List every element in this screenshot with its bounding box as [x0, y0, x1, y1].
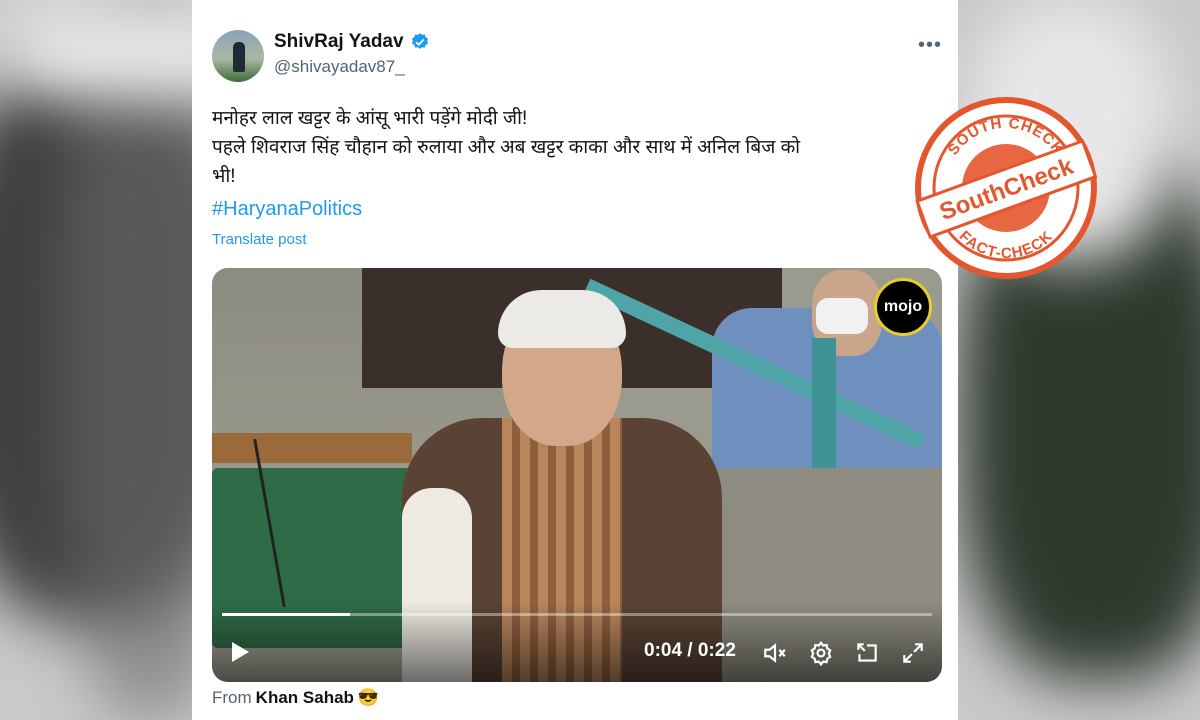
post-text: मनोहर लाल खट्टर के आंसू भारी पड़ेंगे मोद…	[212, 104, 942, 191]
attribution-emoji: 😎	[357, 688, 380, 707]
post-card: ShivRaj Yadav @shivayadav87_ ••• मनोहर ल…	[192, 0, 958, 720]
video-attribution: From Khan Sahab 😎	[212, 688, 379, 708]
hashtag-link[interactable]: #HaryanaPolitics	[212, 198, 362, 221]
video-progress-bar[interactable]	[222, 613, 932, 616]
video-player[interactable]: mojo 0:04 / 0:22	[212, 268, 942, 682]
play-icon[interactable]	[232, 642, 249, 662]
video-progress-fill	[222, 613, 350, 616]
post-text-line: मनोहर लाल खट्टर के आंसू भारी पड़ेंगे मोद…	[212, 108, 528, 129]
author-row: ShivRaj Yadav	[274, 31, 430, 53]
attribution-prefix: From	[212, 688, 252, 707]
south-check-stamp: SOUTH CHECK FACT-CHECK SouthCheck	[915, 97, 1098, 279]
author-name[interactable]: ShivRaj Yadav	[274, 31, 404, 53]
mute-icon[interactable]	[762, 640, 788, 666]
author-handle[interactable]: @shivayadav87_	[274, 57, 405, 77]
settings-gear-icon[interactable]	[808, 640, 834, 667]
verified-badge-icon	[411, 33, 428, 49]
post-text-line: भी!	[212, 166, 236, 187]
fullscreen-icon[interactable]	[900, 640, 926, 666]
post-text-line: पहले शिवराज सिंह चौहान को रुलाया और अब ख…	[212, 137, 801, 158]
video-time: 0:04 / 0:22	[644, 640, 736, 661]
picture-in-picture-icon[interactable]	[854, 640, 880, 666]
translate-post-link[interactable]: Translate post	[212, 231, 307, 248]
attribution-name[interactable]: Khan Sahab	[256, 688, 354, 708]
channel-logo: mojo	[874, 278, 932, 336]
more-options-icon[interactable]: •••	[918, 34, 942, 57]
avatar[interactable]	[212, 30, 264, 82]
